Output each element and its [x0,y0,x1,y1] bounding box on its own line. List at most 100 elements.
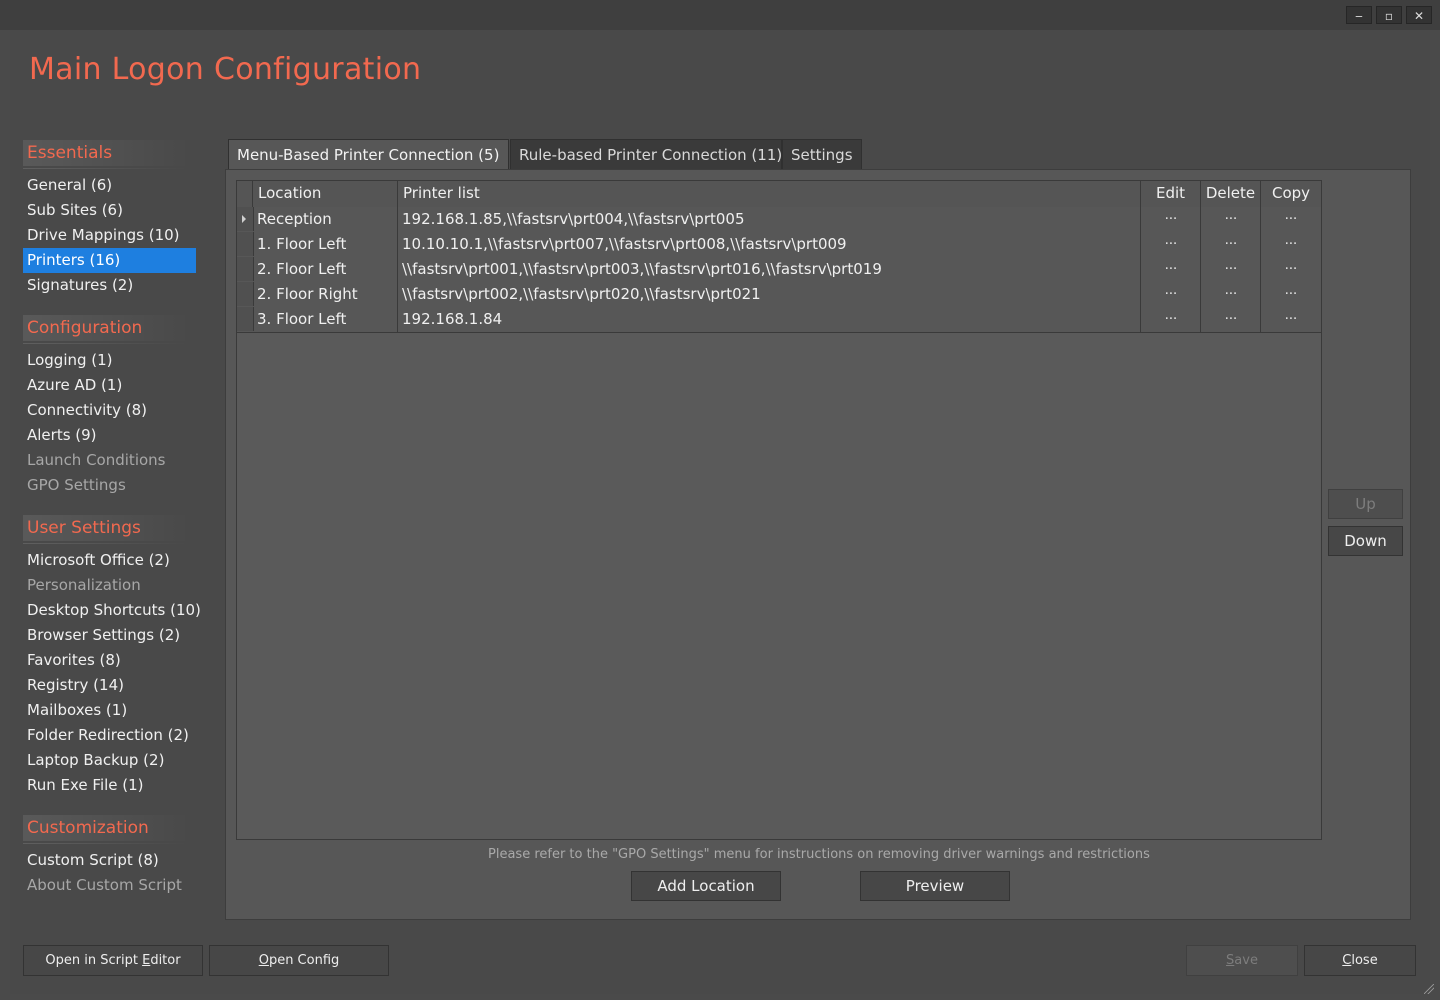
row-indicator-header [237,181,253,207]
sidebar-item[interactable]: Favorites (8) [23,648,192,673]
sidebar-item[interactable]: Browser Settings (2) [23,623,192,648]
copy-button[interactable]: ··· [1261,207,1321,232]
sidebar-item[interactable]: GPO Settings [23,473,192,498]
edit-button[interactable]: ··· [1141,232,1201,257]
column-header-location[interactable]: Location [253,181,398,207]
close-label: lose [1351,953,1378,968]
delete-button[interactable]: ··· [1201,232,1261,257]
sidebar-item[interactable]: Mailboxes (1) [23,698,192,723]
row-indicator[interactable] [237,232,254,256]
sidebar-nav-list: Custom Script (8) About Custom Script [23,848,199,898]
delete-button[interactable]: ··· [1201,307,1261,332]
sidebar-item[interactable]: Microsoft Office (2) [23,548,192,573]
sidebar-item[interactable]: Logging (1) [23,348,192,373]
sidebar-item[interactable]: Azure AD (1) [23,373,192,398]
sidebar-item[interactable]: Alerts (9) [23,423,192,448]
open-script-editor-label-post: ditor [150,953,181,968]
table-row[interactable]: Reception 192.168.1.85,\\fastsrv\prt004,\… [237,207,1321,233]
column-header-delete[interactable]: Delete [1201,181,1261,207]
sidebar-item[interactable]: Printers (16) [23,248,196,273]
sidebar-item[interactable]: Run Exe File (1) [23,773,192,798]
location-cell[interactable]: 2. Floor Left [253,257,398,282]
sidebar-section-title: Configuration [23,315,199,344]
printer-list-cell[interactable]: 192.168.1.85,\\fastsrv\prt004,\\fastsrv\… [398,207,1141,232]
sidebar-nav-list: Microsoft Office (2) Personalization Deskt… [23,548,201,798]
sidebar-section: Customization Custom Script (8) About Cust… [23,815,199,898]
table-row[interactable]: 2. Floor Left \\fastsrv\prt001,\\fastsrv\… [237,257,1321,283]
save-button[interactable]: Save [1186,945,1298,976]
edit-button[interactable]: ··· [1141,257,1201,282]
sidebar-section-title: Customization [23,815,199,844]
column-header-printer-list[interactable]: Printer list [398,181,1141,207]
open-in-script-editor-button[interactable]: Open in Script Editor [23,945,203,976]
location-cell[interactable]: Reception [253,207,398,232]
table-row[interactable]: 2. Floor Right \\fastsrv\prt002,\\fastsrv… [237,282,1321,308]
sidebar-nav-list: Logging (1) Azure AD (1) Connectivity (8) A… [23,348,199,498]
sidebar-item[interactable]: Folder Redirection (2) [23,723,192,748]
tab-item[interactable]: Rule-based Printer Connection (11) [510,139,782,170]
resize-grip-icon[interactable] [1424,984,1434,994]
copy-button[interactable]: ··· [1261,232,1321,257]
delete-button[interactable]: ··· [1201,257,1261,282]
edit-button[interactable]: ··· [1141,207,1201,232]
printer-list-cell[interactable]: 192.168.1.84 [398,307,1141,332]
move-up-button[interactable]: Up [1328,489,1403,519]
sidebar-item[interactable]: Custom Script (8) [23,848,192,873]
printer-list-cell[interactable]: \\fastsrv\prt001,\\fastsrv\prt003,\\fast… [398,257,1141,282]
close-window-button[interactable]: ✕ [1406,6,1432,24]
page-title: Main Logon Configuration [29,52,422,87]
sidebar-item[interactable]: Drive Mappings (10) [23,223,192,248]
open-config-mnemonic: O [258,953,269,968]
maximize-button[interactable]: ▫ [1376,6,1402,24]
table-row[interactable]: 3. Floor Left 192.168.1.84 ··· ··· ··· [237,307,1321,333]
sidebar-section-title: Essentials [23,140,199,169]
open-config-button[interactable]: Open Config [209,945,389,976]
sidebar-item[interactable]: Launch Conditions [23,448,192,473]
copy-button[interactable]: ··· [1261,307,1321,332]
printer-grid[interactable]: Location Printer list Edit Delete Copy R… [236,180,1322,840]
copy-button[interactable]: ··· [1261,282,1321,307]
tab-item[interactable]: Settings [782,139,862,170]
location-cell[interactable]: 2. Floor Right [253,282,398,307]
tab-item[interactable]: Menu-Based Printer Connection (5) [228,139,509,171]
sidebar-item[interactable]: Desktop Shortcuts (10) [23,598,201,623]
copy-button[interactable]: ··· [1261,257,1321,282]
sidebar-section-title: User Settings [23,515,199,544]
sidebar-item[interactable]: Sub Sites (6) [23,198,192,223]
row-indicator[interactable] [237,307,254,331]
column-header-copy[interactable]: Copy [1261,181,1321,207]
current-row-arrow-icon [242,215,246,223]
sidebar-item[interactable]: Registry (14) [23,673,192,698]
minimize-button[interactable]: ‒ [1346,6,1372,24]
sidebar-item[interactable]: Signatures (2) [23,273,192,298]
printer-list-cell[interactable]: 10.10.10.1,\\fastsrv\prt007,\\fastsrv\pr… [398,232,1141,257]
location-cell[interactable]: 3. Floor Left [253,307,398,332]
preview-button[interactable]: Preview [860,871,1010,901]
sidebar-section: Configuration Logging (1) Azure AD (1) Conn… [23,315,199,498]
add-location-button[interactable]: Add Location [631,871,781,901]
sidebar-item[interactable]: General (6) [23,173,192,198]
row-indicator[interactable] [237,282,254,306]
sidebar: Essentials General (6) Sub Sites (6) Drive … [23,140,201,915]
delete-button[interactable]: ··· [1201,207,1261,232]
gpo-settings-note: Please refer to the "GPO Settings" menu … [488,847,1150,862]
grid-header: Location Printer list Edit Delete Copy [237,181,1321,208]
sidebar-item[interactable]: About Custom Script [23,873,192,898]
close-button[interactable]: Close [1304,945,1416,976]
edit-button[interactable]: ··· [1141,307,1201,332]
sidebar-section: User Settings Microsoft Office (2) Persona… [23,515,201,798]
row-indicator[interactable] [237,207,254,231]
sidebar-item[interactable]: Laptop Backup (2) [23,748,192,773]
delete-button[interactable]: ··· [1201,282,1261,307]
close-mnemonic: C [1342,953,1352,968]
table-row[interactable]: 1. Floor Left 10.10.10.1,\\fastsrv\prt007… [237,232,1321,258]
sidebar-item[interactable]: Connectivity (8) [23,398,192,423]
sidebar-item[interactable]: Personalization [23,573,192,598]
column-header-edit[interactable]: Edit [1141,181,1201,207]
move-down-button[interactable]: Down [1328,526,1403,556]
printer-list-cell[interactable]: \\fastsrv\prt002,\\fastsrv\prt020,\\fast… [398,282,1141,307]
location-cell[interactable]: 1. Floor Left [253,232,398,257]
sidebar-section: Essentials General (6) Sub Sites (6) Drive … [23,140,199,298]
edit-button[interactable]: ··· [1141,282,1201,307]
row-indicator[interactable] [237,257,254,281]
